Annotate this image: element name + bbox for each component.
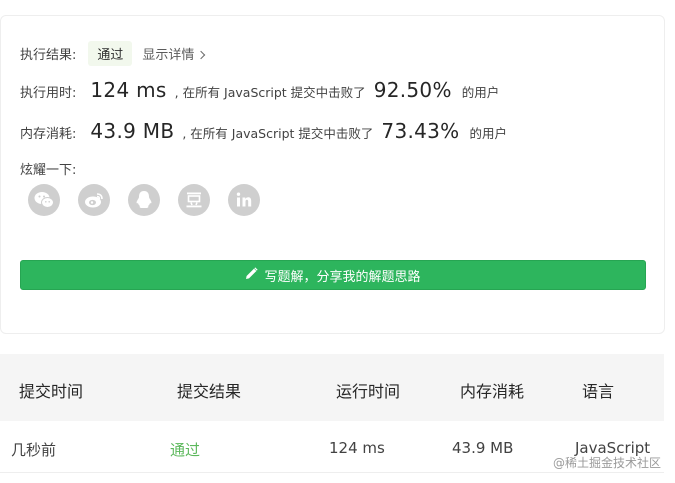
share-wechat-button[interactable] (28, 184, 60, 216)
memory-label: 内存消耗: (20, 127, 77, 142)
wechat-icon (34, 192, 54, 208)
memory-value: 43.9 MB (90, 119, 175, 143)
write-solution-label: 写题解，分享我的解题思路 (264, 269, 421, 285)
runtime-row: 执行用时: 124 ms , 在所有 JavaScript 提交中击败了 92.… (20, 78, 499, 102)
cell-memory: 43.9 MB (452, 439, 514, 457)
cell-runtime: 124 ms (329, 439, 385, 457)
memory-text-before: , 在所有 JavaScript 提交中击败了 (182, 126, 374, 141)
chevron-right-icon (197, 50, 206, 60)
header-submit-result: 提交结果 (177, 382, 242, 401)
share-douban-button[interactable] (178, 184, 210, 216)
status-badge: 通过 (88, 41, 133, 66)
write-solution-button[interactable]: 写题解，分享我的解题思路 (20, 260, 646, 290)
linkedin-icon (236, 192, 252, 207)
table-header: 提交时间 提交结果 运行时间 内存消耗 语言 (0, 354, 664, 421)
qq-icon (136, 191, 152, 208)
runtime-value: 124 ms (90, 78, 167, 102)
share-label: 炫耀一下: (20, 163, 77, 178)
result-row: 执行结果: 通过 显示详情 (20, 41, 206, 66)
header-language: 语言 (582, 382, 615, 401)
memory-percent: 73.43% (381, 119, 460, 143)
memory-row: 内存消耗: 43.9 MB , 在所有 JavaScript 提交中击败了 73… (20, 119, 507, 143)
cell-submit-result[interactable]: 通过 (170, 439, 200, 460)
watermark: @稀土掘金技术社区 (552, 456, 661, 470)
pencil-icon (245, 266, 259, 284)
share-qq-button[interactable] (128, 184, 160, 216)
result-label: 执行结果: (20, 48, 77, 63)
result-card: 执行结果: 通过 显示详情 执行用时: 124 ms , 在所有 JavaScr… (0, 15, 665, 334)
runtime-label: 执行用时: (20, 86, 77, 101)
runtime-percent: 92.50% (373, 78, 452, 102)
douban-icon (186, 192, 202, 208)
runtime-text-before: , 在所有 JavaScript 提交中击败了 (174, 85, 366, 100)
weibo-icon (85, 193, 103, 208)
share-weibo-button[interactable] (78, 184, 110, 216)
memory-text-after: 的用户 (469, 126, 507, 141)
header-runtime: 运行时间 (336, 382, 401, 401)
share-buttons (28, 184, 260, 216)
show-details-label: 显示详情 (142, 48, 195, 63)
cell-submit-time: 几秒前 (11, 441, 57, 459)
share-linkedin-button[interactable] (228, 184, 260, 216)
show-details-link[interactable]: 显示详情 (142, 44, 206, 63)
runtime-text-after: 的用户 (461, 85, 500, 100)
share-row: 炫耀一下: (20, 159, 76, 178)
header-submit-time: 提交时间 (19, 382, 84, 401)
header-memory: 内存消耗 (460, 382, 525, 401)
